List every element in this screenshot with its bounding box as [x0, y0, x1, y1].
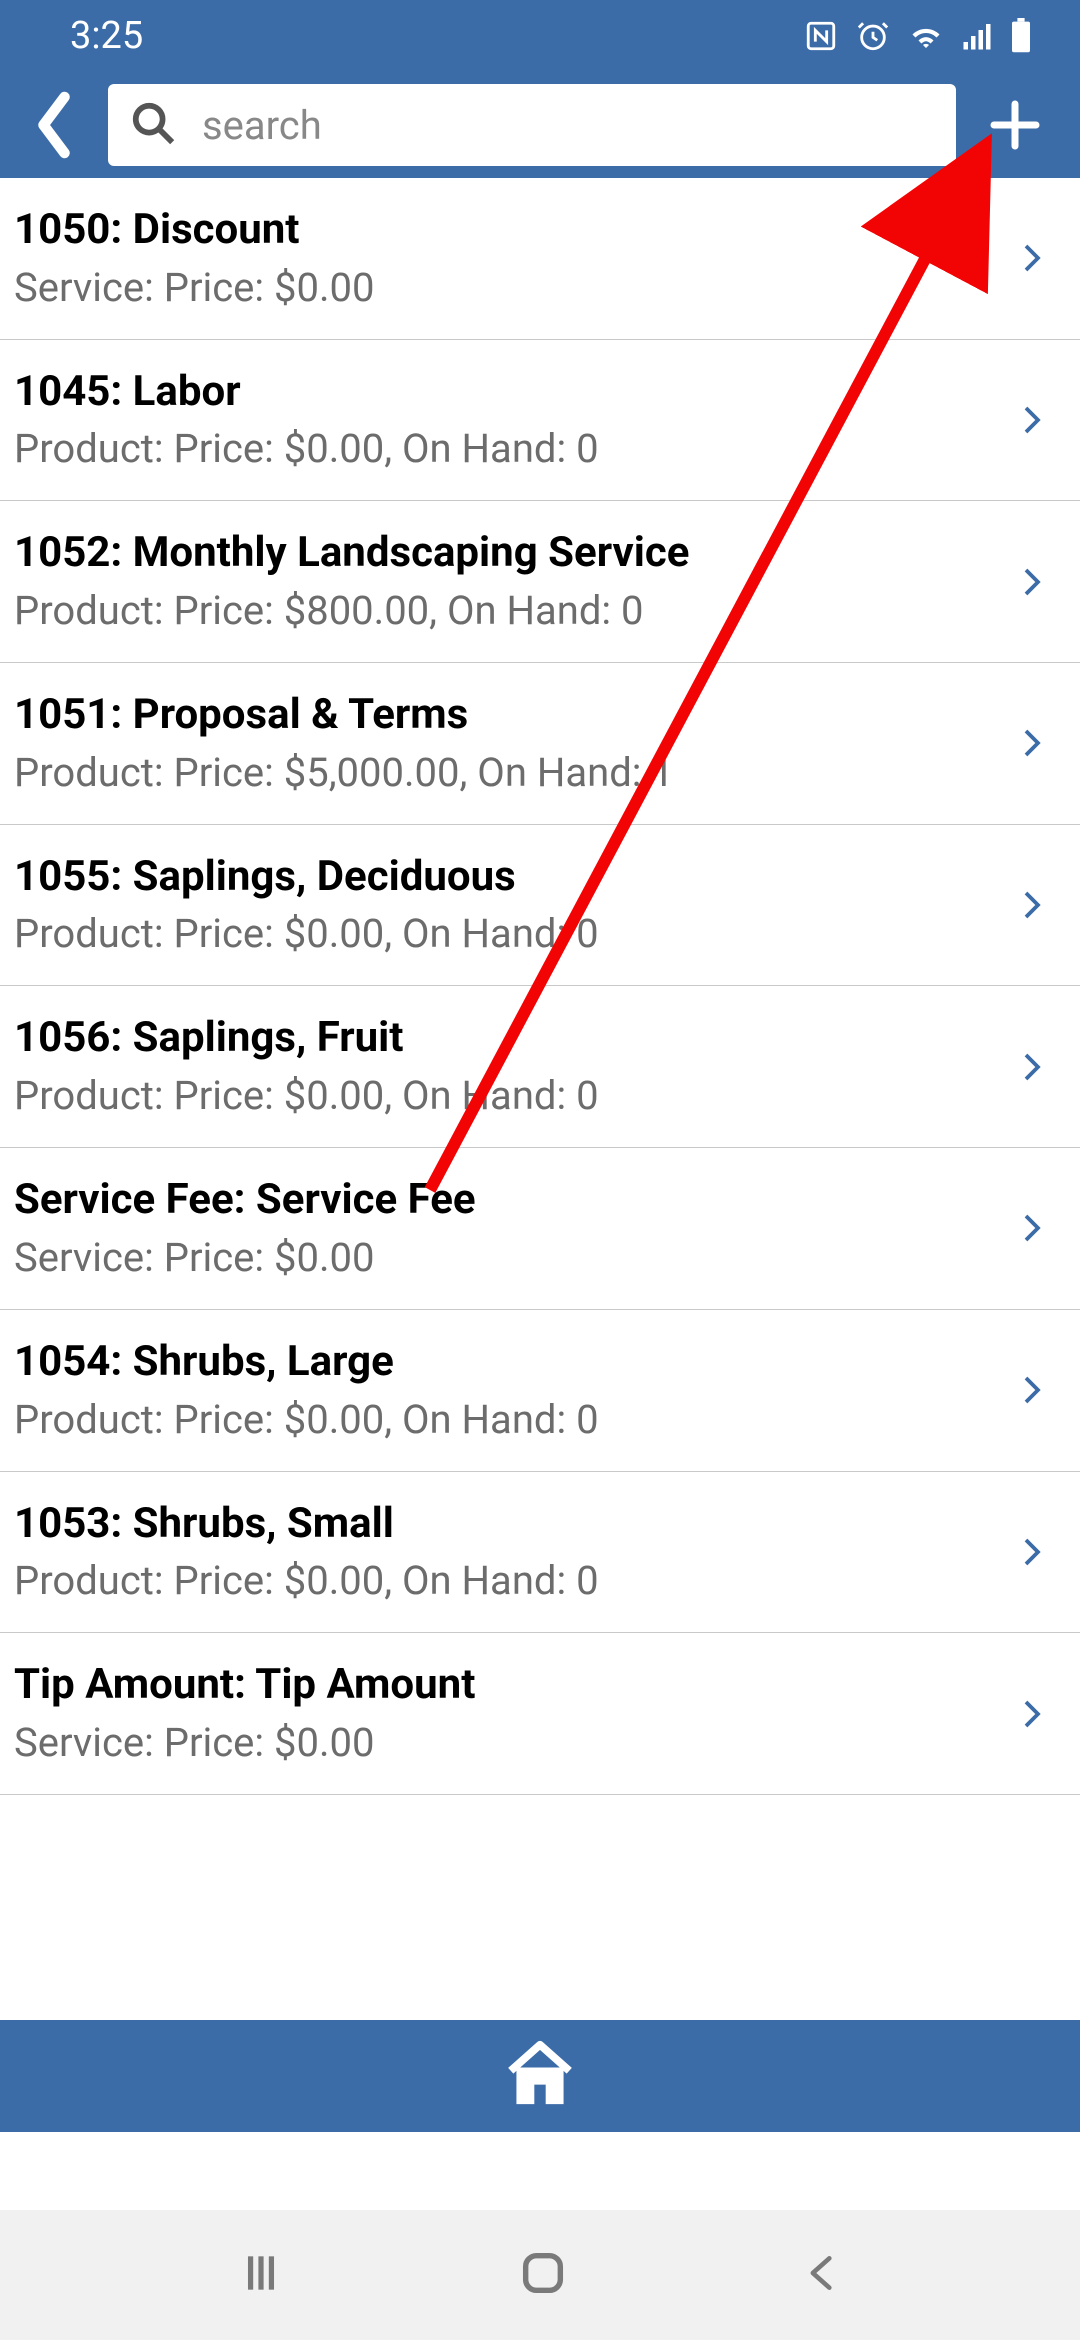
android-nav-bar — [0, 2210, 1080, 2340]
list-item-subtitle: Product: Price: $800.00, On Hand: 0 — [14, 584, 994, 638]
add-button[interactable] — [980, 85, 1050, 165]
list-item-subtitle: Product: Price: $0.00, On Hand: 0 — [14, 1069, 994, 1123]
chevron-right-icon — [1014, 240, 1050, 276]
chevron-right-icon — [1014, 1534, 1050, 1570]
list-item[interactable]: Tip Amount: Tip Amount Service: Price: $… — [0, 1633, 1080, 1795]
list-item-subtitle: Service: Price: $0.00 — [14, 1231, 994, 1285]
chevron-right-icon — [1014, 1372, 1050, 1408]
list-item-title: 1053: Shrubs, Small — [14, 1496, 994, 1553]
search-box[interactable] — [108, 84, 956, 166]
chevron-right-icon — [1014, 887, 1050, 923]
signal-icon — [962, 21, 992, 51]
chevron-right-icon — [1014, 1696, 1050, 1732]
chevron-left-icon — [32, 90, 76, 160]
list-item-subtitle: Product: Price: $0.00, On Hand: 0 — [14, 907, 994, 961]
list-item[interactable]: 1052: Monthly Landscaping Service Produc… — [0, 501, 1080, 663]
android-back-button[interactable] — [800, 2251, 844, 2299]
wifi-icon — [908, 21, 944, 51]
list-item-title: 1051: Proposal & Terms — [14, 687, 994, 744]
list-item[interactable]: 1045: Labor Product: Price: $0.00, On Ha… — [0, 340, 1080, 502]
status-icons — [804, 18, 1032, 54]
chevron-right-icon — [1014, 402, 1050, 438]
chevron-right-icon — [1014, 1049, 1050, 1085]
list-item-subtitle: Service: Price: $0.00 — [14, 1716, 994, 1770]
list-item-subtitle: Product: Price: $0.00, On Hand: 0 — [14, 1393, 994, 1447]
back-button[interactable] — [24, 85, 84, 165]
android-home-button[interactable] — [517, 2247, 569, 2303]
recents-icon — [236, 2248, 286, 2298]
list-item-subtitle: Product: Price: $0.00, On Hand: 0 — [14, 1554, 994, 1608]
alarm-icon — [856, 19, 890, 53]
home-icon — [501, 2035, 579, 2113]
list-item-subtitle: Service: Price: $0.00 — [14, 261, 994, 315]
list-item-title: Tip Amount: Tip Amount — [14, 1657, 994, 1714]
list-item[interactable]: 1054: Shrubs, Large Product: Price: $0.0… — [0, 1310, 1080, 1472]
list-item-subtitle: Product: Price: $0.00, On Hand: 0 — [14, 422, 994, 476]
home-outline-icon — [517, 2247, 569, 2299]
search-input[interactable] — [202, 102, 934, 149]
list-item[interactable]: 1051: Proposal & Terms Product: Price: $… — [0, 663, 1080, 825]
list-item-subtitle: Product: Price: $5,000.00, On Hand: 1 — [14, 746, 994, 800]
battery-icon — [1010, 18, 1032, 54]
list-item[interactable]: 1050: Discount Service: Price: $0.00 — [0, 178, 1080, 340]
status-bar: 3:25 — [0, 0, 1080, 72]
list-item-title: Service Fee: Service Fee — [14, 1172, 994, 1229]
list-item-title: 1056: Saplings, Fruit — [14, 1010, 994, 1067]
status-time: 3:25 — [70, 14, 143, 58]
list-item-title: 1054: Shrubs, Large — [14, 1334, 994, 1391]
search-icon — [130, 100, 176, 150]
list-item[interactable]: 1053: Shrubs, Small Product: Price: $0.0… — [0, 1472, 1080, 1634]
list-item[interactable]: 1056: Saplings, Fruit Product: Price: $0… — [0, 986, 1080, 1148]
list-item[interactable]: 1055: Saplings, Deciduous Product: Price… — [0, 825, 1080, 987]
list-item-title: 1055: Saplings, Deciduous — [14, 849, 994, 906]
bottom-bar — [0, 2020, 1080, 2132]
chevron-left-icon — [800, 2251, 844, 2295]
app-header — [0, 72, 1080, 178]
chevron-right-icon — [1014, 1210, 1050, 1246]
plus-icon — [987, 97, 1043, 153]
chevron-right-icon — [1014, 564, 1050, 600]
android-recents-button[interactable] — [236, 2248, 286, 2302]
list-item-title: 1050: Discount — [14, 202, 994, 259]
list-item-title: 1052: Monthly Landscaping Service — [14, 525, 994, 582]
list-item-title: 1045: Labor — [14, 364, 994, 421]
list-item[interactable]: Service Fee: Service Fee Service: Price:… — [0, 1148, 1080, 1310]
item-list: 1050: Discount Service: Price: $0.00 104… — [0, 178, 1080, 1795]
home-button[interactable] — [501, 2035, 579, 2117]
nfc-icon — [804, 19, 838, 53]
chevron-right-icon — [1014, 725, 1050, 761]
